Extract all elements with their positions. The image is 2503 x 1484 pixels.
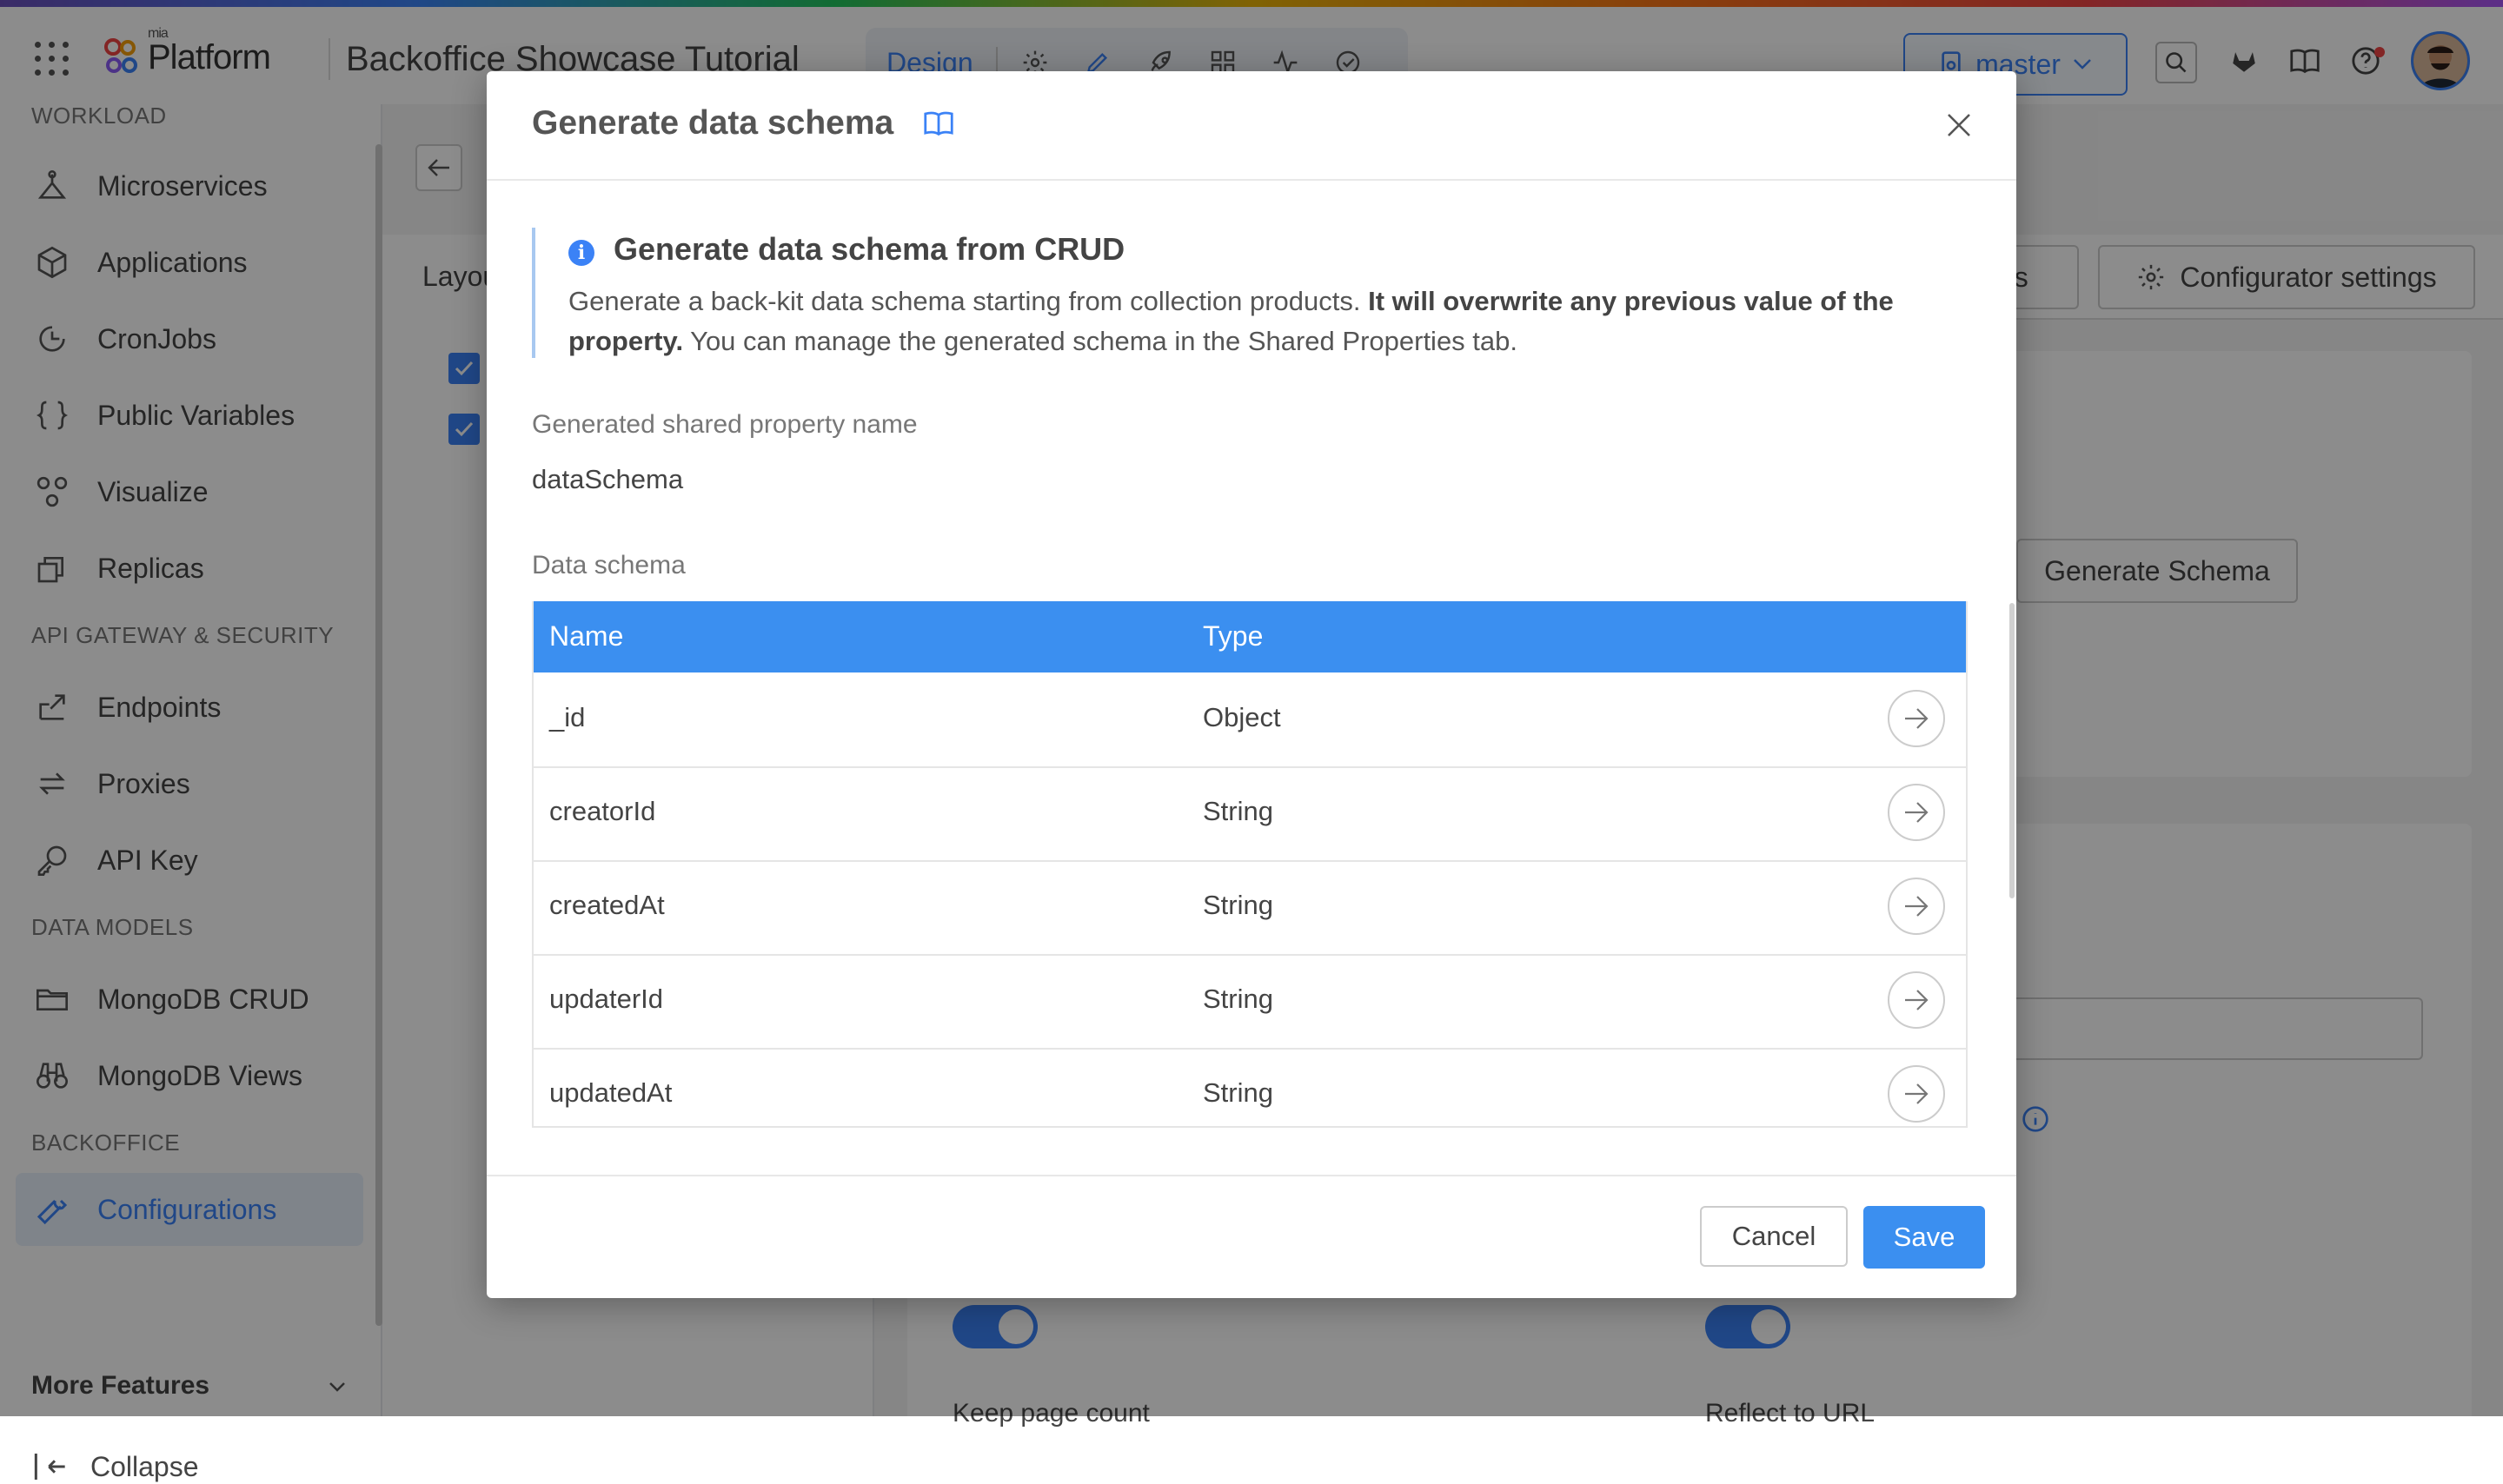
modal-header: Generate data schema — [487, 71, 2016, 181]
data-schema-table: Name Type _id Object creatorId String cr… — [532, 601, 1968, 1128]
table-row[interactable]: updatedAt String — [534, 1048, 1966, 1126]
field-name: updaterId — [549, 984, 663, 1014]
arrow-right-icon[interactable] — [1888, 971, 1945, 1029]
info-alert-title: Generate data schema from CRUD — [614, 231, 1125, 267]
table-row[interactable]: createdAt String — [534, 860, 1966, 956]
collapse-icon — [34, 1454, 65, 1480]
field-name: createdAt — [549, 890, 665, 920]
shared-property-name-value: dataSchema — [532, 464, 684, 494]
field-type: String — [1203, 890, 1273, 920]
save-button[interactable]: Save — [1863, 1206, 1985, 1269]
column-header-type: Type — [1203, 620, 1264, 652]
field-name: _id — [549, 702, 586, 732]
table-header: Name Type — [534, 601, 1966, 672]
column-header-name: Name — [549, 620, 624, 652]
data-schema-label: Data schema — [532, 551, 686, 580]
arrow-right-icon[interactable] — [1888, 878, 1945, 935]
field-type: String — [1203, 796, 1273, 826]
info-text-part: You can manage the generated schema in t… — [683, 326, 1518, 356]
field-type: String — [1203, 1077, 1273, 1108]
field-type: String — [1203, 984, 1273, 1014]
info-text-part: Generate a back-kit data schema starting… — [568, 286, 1369, 316]
collapse-label: Collapse — [90, 1450, 199, 1482]
field-name: creatorId — [549, 796, 656, 826]
field-name: updatedAt — [549, 1077, 673, 1108]
arrow-right-icon[interactable] — [1888, 1065, 1945, 1123]
close-icon[interactable] — [1942, 108, 1976, 142]
shared-property-name-label: Generated shared property name — [532, 410, 918, 439]
table-row[interactable]: creatorId String — [534, 766, 1966, 862]
info-icon: i — [568, 240, 594, 266]
generate-data-schema-modal: Generate data schema i Generate data sch… — [487, 71, 2016, 1298]
field-type: Object — [1203, 702, 1281, 732]
table-row[interactable]: _id Object — [534, 672, 1966, 768]
modal-footer: Cancel Save — [487, 1175, 2016, 1300]
info-alert-text: Generate a back-kit data schema starting… — [568, 282, 1976, 361]
cancel-button[interactable]: Cancel — [1700, 1206, 1848, 1267]
arrow-right-icon[interactable] — [1888, 690, 1945, 747]
arrow-right-icon[interactable] — [1888, 784, 1945, 841]
info-alert: i Generate data schema from CRUD Generat… — [532, 228, 1983, 358]
modal-title: Generate data schema — [532, 104, 894, 142]
collapse-sidebar-button[interactable]: Collapse — [31, 1449, 199, 1484]
table-row[interactable]: updaterId String — [534, 954, 1966, 1050]
documentation-book-icon[interactable] — [923, 109, 954, 142]
modal-scrollbar[interactable] — [2009, 603, 2015, 898]
